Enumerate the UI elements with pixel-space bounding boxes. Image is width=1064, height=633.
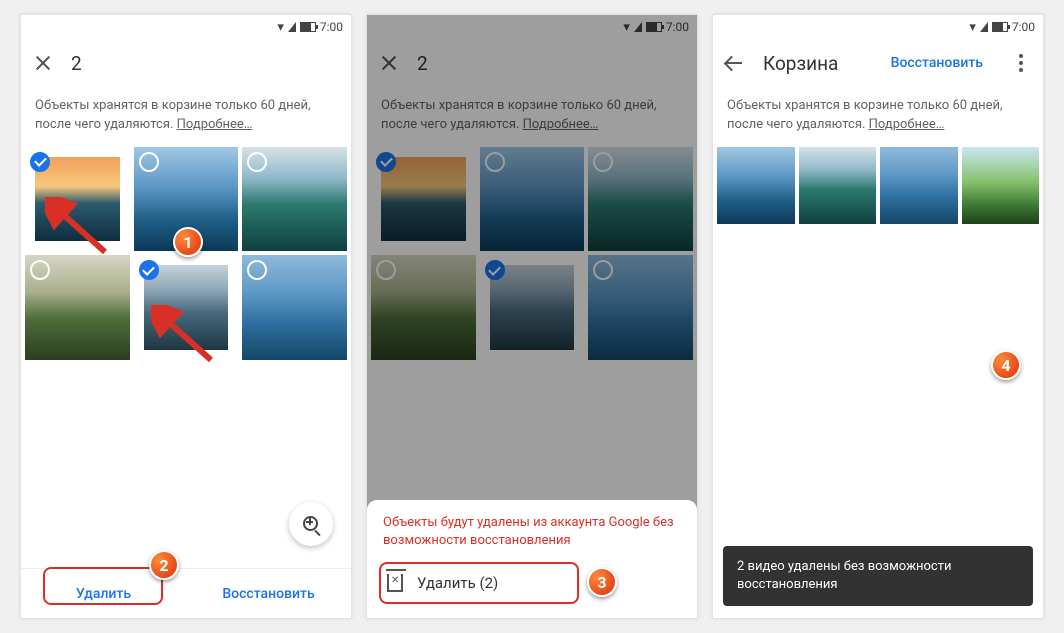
photo-grid [713,147,1043,225]
status-bar: ▾ 7:00 [713,15,1043,39]
photo-thumb[interactable] [25,255,130,360]
delete-warning: Объекты будут удалены из аккаунта Google… [383,514,681,550]
snackbar-text: 2 видео удалены без возможности восстано… [737,559,952,592]
zoom-in-icon [303,516,319,532]
restore-button[interactable]: Восстановить [891,55,983,71]
selection-count: 2 [71,52,82,75]
signal-icon [980,22,988,32]
snackbar: 2 видео удалены без возможности восстано… [723,546,1033,606]
retention-notice: Объекты хранятся в корзине только 60 дне… [713,87,1043,147]
selection-check-icon[interactable] [139,260,159,280]
callout-4: 4 [991,350,1021,380]
photo-thumb[interactable] [799,147,877,225]
highlight-delete [43,567,163,605]
clock: 7:00 [1012,20,1035,34]
selection-ring-icon[interactable] [247,152,267,172]
app-bar: Корзина Восстановить [713,39,1043,87]
page-title: Корзина [763,52,873,75]
clock: 7:00 [320,20,343,34]
back-icon[interactable] [725,53,745,73]
selection-check-icon[interactable] [30,152,50,172]
screen-trash: ▾ 7:00 Корзина Восстановить Объекты хран… [712,14,1044,619]
battery-icon [992,22,1008,32]
callout-3: 3 [587,567,617,597]
highlight-delete-confirm [379,562,579,604]
selection-ring-icon[interactable] [139,152,159,172]
arrow-icon [151,305,221,375]
signal-icon [288,22,296,32]
screen-confirm: ▾ 7:00 2 Объекты хранятся в корзине толь… [366,14,698,619]
callout-1: 1 [173,227,203,257]
status-bar: ▾ 7:00 [21,15,351,39]
wifi-icon: ▾ [277,20,284,35]
callout-2: 2 [149,550,179,580]
photo-thumb[interactable] [717,147,795,225]
photo-thumb[interactable] [962,147,1040,225]
photo-thumb[interactable] [242,147,347,252]
app-bar: 2 [21,39,351,87]
more-icon[interactable] [1011,53,1031,73]
zoom-fab[interactable] [289,502,333,546]
photo-thumb[interactable] [242,255,347,360]
battery-icon [300,22,316,32]
wifi-icon: ▾ [969,20,976,35]
learn-more-link[interactable]: Подробнее… [177,117,253,132]
photo-thumb[interactable] [880,147,958,225]
screen-select: ▾ 7:00 2 Объекты хранятся в корзине толь… [20,14,352,619]
close-icon[interactable] [33,53,53,73]
learn-more-link[interactable]: Подробнее… [869,117,945,132]
restore-button[interactable]: Восстановить [186,569,351,618]
arrow-icon [45,197,115,267]
retention-notice: Объекты хранятся в корзине только 60 дне… [21,87,351,147]
